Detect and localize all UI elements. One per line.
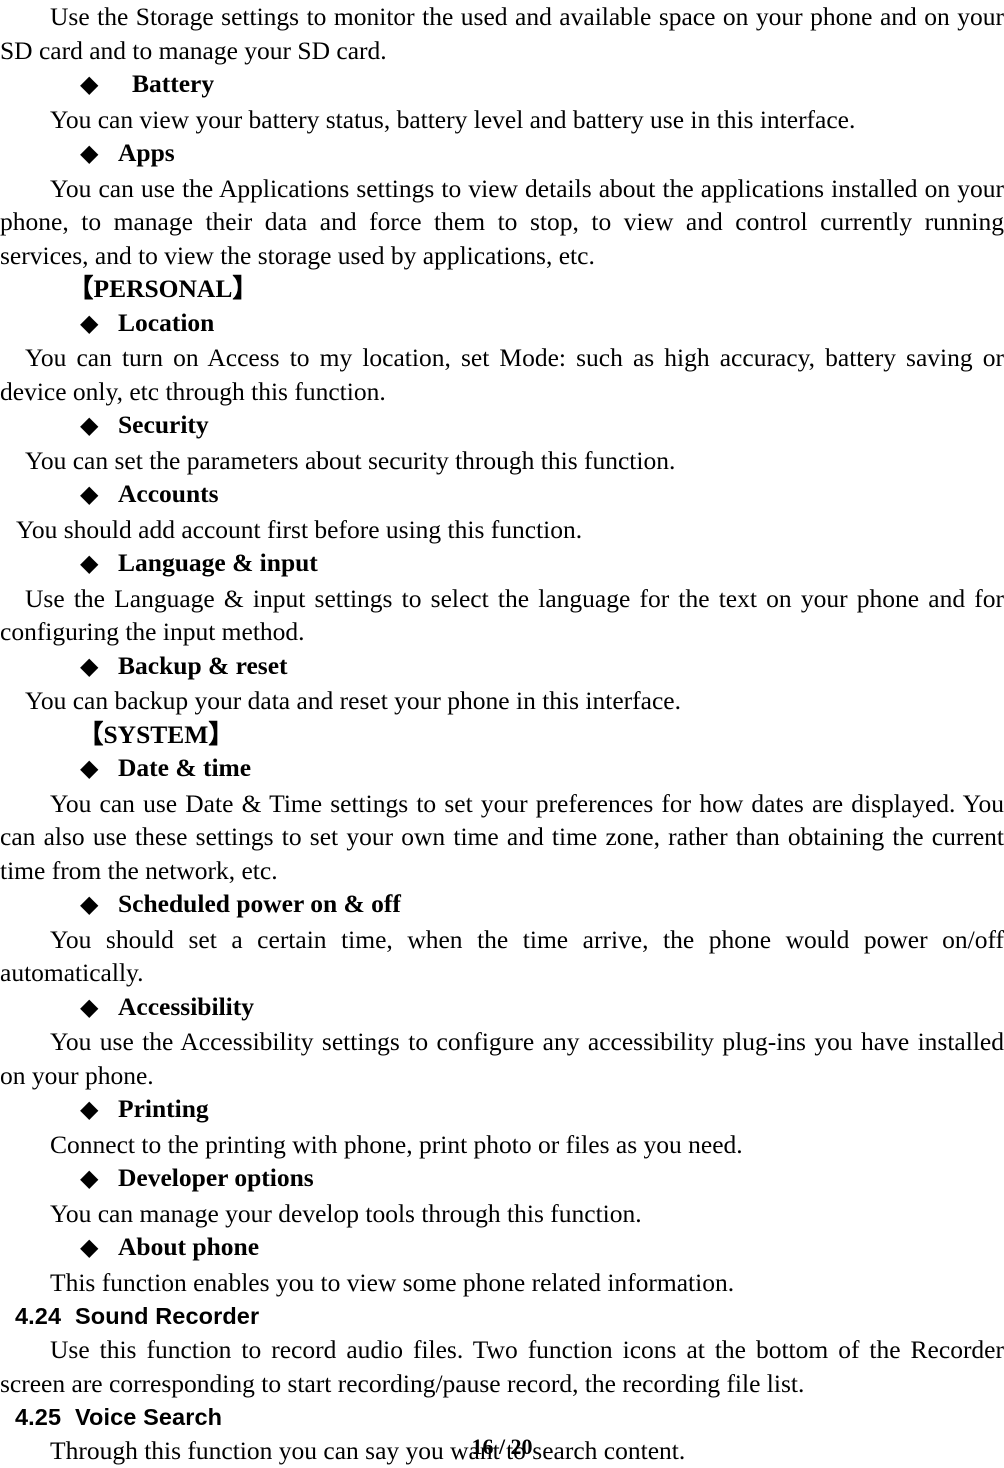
footer-page-number: 16 / 20: [471, 1434, 533, 1459]
bullet-heading: ◆ Battery: [0, 67, 1004, 103]
bullet-heading-label: Security: [118, 410, 209, 439]
diamond-bullet-icon: ◆: [80, 653, 99, 680]
section-number: 4.24: [15, 1303, 62, 1329]
body-paragraph: You should set a certain time, when the …: [0, 924, 1004, 988]
body-paragraph: Connect to the printing with phone, prin…: [50, 1129, 743, 1159]
body-paragraph: Use the Language & input settings to sel…: [0, 583, 1004, 647]
diamond-bullet-icon: ◆: [80, 756, 99, 782]
body-paragraph: You can use Date & Time settings to set …: [0, 788, 1004, 885]
diamond-bullet-icon: ◆: [80, 994, 99, 1021]
bullet-heading-label: Backup & reset: [118, 650, 288, 680]
bullet-heading-label: Battery: [132, 69, 215, 98]
diamond-bullet-icon: ◆: [80, 1235, 99, 1261]
page-footer: 16 / 20: [0, 1434, 1004, 1460]
body-paragraph: Use the Storage settings to monitor the …: [0, 2, 1004, 65]
diamond-bullet-icon: ◆: [80, 1166, 99, 1192]
bullet-heading-label: Scheduled power on & off: [118, 889, 401, 918]
bullet-heading-label: Developer options: [118, 1163, 314, 1192]
bullet-heading-label: Accounts: [118, 479, 219, 508]
document-body: Use the Storage settings to monitor the …: [0, 0, 1004, 1468]
bullet-heading: ◆ Date & time: [0, 751, 1004, 787]
diamond-bullet-icon: ◆: [80, 892, 99, 918]
bullet-heading: ◆ Security: [0, 408, 1004, 444]
bullet-heading: ◆ Printing: [0, 1092, 1004, 1128]
diamond-bullet-icon: ◆: [80, 1097, 99, 1123]
bullet-heading: ◆ Accounts: [0, 477, 1004, 513]
bullet-heading: ◆ Developer options: [0, 1161, 1004, 1197]
bullet-heading-label: Apps: [118, 138, 175, 167]
body-paragraph: You can manage your develop tools throug…: [50, 1198, 642, 1228]
group-heading: 【PERSONAL】: [68, 274, 258, 303]
body-paragraph: You can set the parameters about securit…: [25, 445, 676, 475]
body-paragraph: You can backup your data and reset your …: [25, 686, 681, 715]
section-heading: 4.25 Voice Search: [0, 1400, 1004, 1434]
bullet-heading-label: Accessibility: [118, 991, 254, 1021]
bullet-heading-label: About phone: [118, 1232, 260, 1261]
bullet-heading-label: Printing: [118, 1094, 209, 1123]
diamond-bullet-icon: ◆: [80, 413, 99, 439]
bullet-heading-label: Date & time: [118, 753, 252, 782]
bullet-heading: ◆ Backup & reset: [0, 649, 1004, 685]
section-heading: 4.24 Sound Recorder: [0, 1299, 1004, 1333]
body-paragraph: You can use the Applications settings to…: [0, 173, 1004, 270]
bullet-heading-label: Language & input: [118, 548, 318, 577]
diamond-bullet-icon: ◆: [80, 72, 99, 98]
bullet-heading-label: Location: [118, 307, 215, 337]
section-number: 4.25: [15, 1404, 62, 1430]
document-page: Use the Storage settings to monitor the …: [0, 0, 1004, 1466]
diamond-bullet-icon: ◆: [80, 141, 99, 167]
bullet-heading: ◆ About phone: [0, 1230, 1004, 1266]
body-paragraph: This function enables you to view some p…: [50, 1267, 735, 1297]
bullet-heading: ◆ Apps: [0, 136, 1004, 172]
diamond-bullet-icon: ◆: [80, 310, 99, 337]
body-paragraph: You should add account first before usin…: [16, 514, 583, 544]
diamond-bullet-icon: ◆: [80, 551, 99, 577]
bullet-heading: ◆ Scheduled power on & off: [0, 887, 1004, 923]
body-paragraph: You use the Accessibility settings to co…: [0, 1027, 1004, 1090]
group-heading: 【SYSTEM】: [78, 719, 234, 749]
section-title: Voice Search: [75, 1404, 223, 1430]
bullet-heading: ◆ Language & input: [0, 546, 1004, 582]
section-title: Sound Recorder: [75, 1303, 260, 1329]
diamond-bullet-icon: ◆: [80, 482, 99, 508]
body-paragraph: You can turn on Access to my location, s…: [0, 343, 1004, 406]
body-paragraph: Use this function to record audio files.…: [0, 1335, 1004, 1398]
body-paragraph: You can view your battery status, batter…: [50, 104, 856, 134]
bullet-heading: ◆ Accessibility: [0, 990, 1004, 1026]
bullet-heading: ◆ Location: [0, 306, 1004, 342]
